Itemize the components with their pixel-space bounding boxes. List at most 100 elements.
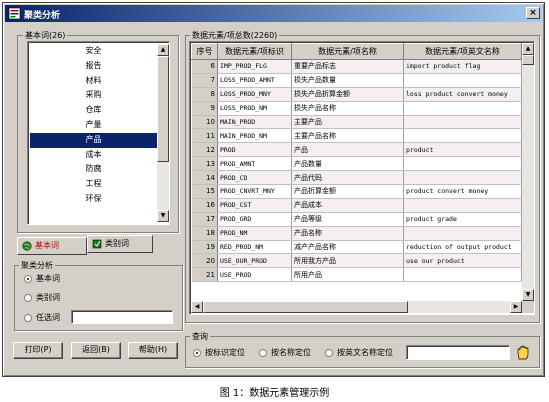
basic-word-item[interactable]: 工程: [30, 177, 157, 192]
help-button[interactable]: 帮助(H): [128, 342, 178, 359]
grid-vertical-scrollbar[interactable]: ▲ ▼: [522, 43, 534, 301]
tab-basic-words[interactable]: 基本词: [17, 237, 87, 255]
table-row[interactable]: 9 LOSS_PROD_NM 损失产品名称: [191, 101, 522, 116]
row-english-name-cell[interactable]: use our product: [403, 253, 522, 269]
row-name-cell[interactable]: 产品名称: [291, 226, 404, 241]
row-number-cell[interactable]: 11: [191, 128, 218, 144]
row-name-cell[interactable]: 损失产品数量: [291, 73, 404, 88]
row-id-cell[interactable]: LOSS_PROD_NM: [217, 101, 292, 116]
col-header-no[interactable]: 序号: [191, 43, 218, 60]
row-name-cell[interactable]: 减产产品名称: [291, 240, 404, 255]
table-row[interactable]: 16 PROD_CST 产品成本: [191, 198, 522, 213]
hand-locate-icon[interactable]: [515, 344, 531, 360]
scroll-down-icon[interactable]: ▼: [157, 210, 169, 222]
cluster-category-radio[interactable]: 类别词: [24, 293, 60, 303]
query-by-en-name-radio[interactable]: 按英文名称定位: [325, 348, 393, 358]
row-english-name-cell[interactable]: [403, 226, 522, 241]
row-name-cell[interactable]: 主要产品: [291, 115, 404, 130]
row-english-name-cell[interactable]: [403, 170, 522, 186]
row-id-cell[interactable]: PROD: [217, 142, 292, 158]
row-name-cell[interactable]: 产品数量: [291, 156, 404, 172]
table-row[interactable]: 21 USE_PROD 所用产品: [191, 267, 522, 283]
query-by-name-radio[interactable]: 按名称定位: [259, 348, 311, 358]
row-id-cell[interactable]: USE_OUR_PROD: [217, 253, 292, 269]
row-id-cell[interactable]: USE_PROD: [217, 267, 292, 283]
basic-word-item[interactable]: 安全: [30, 44, 157, 59]
row-id-cell[interactable]: LOSS_PROD_MNY: [217, 87, 292, 102]
table-row[interactable]: 6 IMP_PROD_FLG 重要产品标志 import product flag: [191, 59, 522, 74]
table-row[interactable]: 14 PROD_CD 产品代码: [191, 170, 522, 186]
query-input[interactable]: [406, 345, 510, 360]
row-english-name-cell[interactable]: [403, 128, 522, 144]
grid-vscroll-thumb[interactable]: [522, 55, 534, 65]
table-row[interactable]: 18 PROD_NM 产品名称: [191, 226, 522, 241]
grid-scroll-right-icon[interactable]: ▶: [510, 301, 522, 313]
basic-words-list[interactable]: 安全 报告 材料 采购 仓库 产量 产品 成本 防腐 工程 环保 ▲ ▼: [27, 41, 170, 225]
row-id-cell[interactable]: PROD_CST: [217, 198, 292, 213]
row-id-cell[interactable]: PROD_AMNT: [217, 156, 292, 172]
row-id-cell[interactable]: MAIN_PROD_NM: [217, 128, 292, 144]
row-name-cell[interactable]: 产品代码: [291, 170, 404, 186]
row-name-cell[interactable]: 主要产品名称: [291, 128, 404, 144]
cluster-optional-radio[interactable]: 任选词: [24, 313, 60, 323]
table-row[interactable]: 12 PROD 产品 product: [191, 142, 522, 158]
table-row[interactable]: 15 PROD_CNVRT_MNY 产品折算金额 product convert mo…: [191, 184, 522, 199]
row-name-cell[interactable]: 重要产品标志: [291, 59, 404, 74]
row-english-name-cell[interactable]: [403, 101, 522, 116]
col-header-id[interactable]: 数据元素/项标识: [217, 43, 292, 60]
row-number-cell[interactable]: 7: [191, 73, 218, 88]
basic-word-item[interactable]: 采购: [30, 88, 157, 103]
basic-word-item[interactable]: 报告: [30, 59, 157, 74]
table-row[interactable]: 8 LOSS_PROD_MNY 损失产品折算金额 loss product conve…: [191, 87, 522, 102]
basic-word-item[interactable]: 成本: [30, 148, 157, 163]
row-id-cell[interactable]: PROD_GRD: [217, 212, 292, 227]
row-english-name-cell[interactable]: [403, 115, 522, 130]
table-row[interactable]: 7 LOSS_PROD_AMNT 损失产品数量: [191, 73, 522, 88]
grid-scroll-down-icon[interactable]: ▼: [522, 289, 534, 301]
basic-word-item[interactable]: 产品: [30, 132, 157, 148]
tab-category-words[interactable]: 类别词: [87, 235, 153, 253]
row-english-name-cell[interactable]: [403, 73, 522, 88]
row-number-cell[interactable]: 14: [191, 170, 218, 186]
back-button[interactable]: 返回(B): [71, 342, 121, 359]
basic-word-item[interactable]: 仓库: [30, 103, 157, 118]
row-id-cell[interactable]: PROD_NM: [217, 226, 292, 241]
close-button[interactable]: ×: [526, 7, 540, 19]
row-number-cell[interactable]: 9: [191, 101, 218, 116]
row-name-cell[interactable]: 所用产品: [291, 267, 404, 283]
optional-word-input[interactable]: [71, 310, 173, 324]
row-english-name-cell[interactable]: [403, 267, 522, 283]
row-english-name-cell[interactable]: product convert money: [403, 184, 522, 199]
row-number-cell[interactable]: 8: [191, 87, 218, 102]
row-number-cell[interactable]: 13: [191, 156, 218, 172]
row-number-cell[interactable]: 19: [191, 240, 218, 255]
row-number-cell[interactable]: 16: [191, 198, 218, 213]
row-id-cell[interactable]: PROD_CD: [217, 170, 292, 186]
print-button[interactable]: 打印(P): [13, 342, 63, 359]
row-number-cell[interactable]: 10: [191, 115, 218, 130]
table-row[interactable]: 13 PROD_AMNT 产品数量: [191, 156, 522, 172]
row-english-name-cell[interactable]: reduction of output product: [403, 240, 522, 255]
row-id-cell[interactable]: LOSS_PROD_AMNT: [217, 73, 292, 88]
table-row[interactable]: 10 MAIN_PROD 主要产品: [191, 115, 522, 130]
grid-scroll-left-icon[interactable]: ◀: [191, 301, 203, 313]
basic-word-item[interactable]: 环保: [30, 192, 157, 207]
row-number-cell[interactable]: 18: [191, 226, 218, 241]
col-header-name[interactable]: 数据元素/项名称: [291, 43, 404, 60]
basic-word-item[interactable]: 产量: [30, 118, 157, 133]
table-row[interactable]: 19 RED_PROD_NM 减产产品名称 reduction of output p…: [191, 240, 522, 255]
scroll-up-icon[interactable]: ▲: [157, 44, 169, 56]
table-row[interactable]: 11 MAIN_PROD_NM 主要产品名称: [191, 128, 522, 144]
row-name-cell[interactable]: 损失产品折算金额: [291, 87, 404, 102]
row-name-cell[interactable]: 产品成本: [291, 198, 404, 213]
data-elements-grid[interactable]: 序号 数据元素/项标识 数据元素/项名称 数据元素/项英文名称 6 IMP_PRO…: [189, 41, 535, 315]
row-english-name-cell[interactable]: loss product convert money: [403, 87, 522, 102]
row-english-name-cell[interactable]: product grade: [403, 212, 522, 227]
table-row[interactable]: 20 USE_OUR_PROD 所用我方产品 use our product: [191, 253, 522, 269]
col-header-en[interactable]: 数据元素/项英文名称: [403, 43, 522, 60]
basic-words-items[interactable]: 安全 报告 材料 采购 仓库 产量 产品 成本 防腐 工程 环保: [30, 44, 157, 222]
row-name-cell[interactable]: 产品等级: [291, 212, 404, 227]
row-id-cell[interactable]: PROD_CNVRT_MNY: [217, 184, 292, 199]
row-id-cell[interactable]: IMP_PROD_FLG: [217, 59, 292, 74]
row-number-cell[interactable]: 15: [191, 184, 218, 199]
